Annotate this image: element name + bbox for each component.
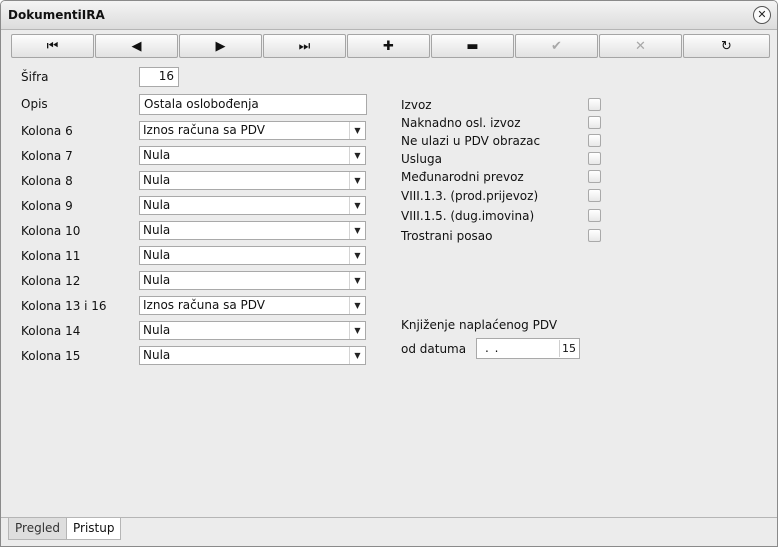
kolona-10-value: Nula [143, 223, 171, 237]
previous-record-icon: ◀ [131, 38, 142, 54]
kolona-8-select[interactable]: Nula ▼ [139, 171, 366, 190]
chevron-down-icon[interactable]: ▼ [349, 272, 365, 289]
chevron-down-icon[interactable]: ▼ [349, 147, 365, 164]
last-record-button[interactable]: ⏭ [263, 34, 346, 58]
tab-bar: Pregled Pristup [1, 517, 777, 546]
chevron-down-icon[interactable]: ▼ [349, 172, 365, 189]
opis-input[interactable]: Ostala oslobođenja [139, 94, 367, 115]
next-record-icon: ▶ [215, 38, 226, 54]
minus-icon: ▬ [466, 38, 479, 54]
kolona-11-value: Nula [143, 248, 171, 262]
kolona-13-16-value: Iznos računa sa PDV [143, 298, 266, 312]
refresh-button[interactable]: ↻ [683, 34, 770, 58]
check-icon: ✔ [551, 38, 562, 54]
od-datuma-value: . . [485, 341, 500, 355]
usluga-checkbox[interactable] [588, 152, 601, 165]
kolona-13-16-label: Kolona 13 i 16 [21, 299, 107, 313]
x-icon: ✕ [635, 38, 646, 54]
od-datuma-label: od datuma [401, 342, 467, 356]
kolona-8-value: Nula [143, 173, 171, 187]
chevron-down-icon[interactable]: ▼ [349, 297, 365, 314]
kolona-14-label: Kolona 14 [21, 324, 81, 338]
trostrani-posao-label: Trostrani posao [401, 229, 493, 243]
kolona-15-value: Nula [143, 348, 171, 362]
next-record-button[interactable]: ▶ [179, 34, 262, 58]
knjizenje-label: Knjiženje naplaćenog PDV [401, 318, 558, 332]
trostrani-posao-checkbox[interactable] [588, 229, 601, 242]
sifra-label: Šifra [21, 70, 49, 84]
izvoz-label: Izvoz [401, 98, 432, 112]
chevron-down-icon[interactable]: ▼ [349, 247, 365, 264]
title-bar: DokumentiIRA ✕ [1, 1, 777, 30]
kolona-11-label: Kolona 11 [21, 249, 81, 263]
kolona-12-label: Kolona 12 [21, 274, 81, 288]
cancel-button[interactable]: ✕ [599, 34, 682, 58]
kolona-12-value: Nula [143, 273, 171, 287]
add-record-button[interactable]: ✚ [347, 34, 430, 58]
kolona-6-value: Iznos računa sa PDV [143, 123, 266, 137]
usluga-label: Usluga [401, 152, 442, 166]
toolbar: ⏮ ◀ ▶ ⏭ ✚ ▬ ✔ ✕ ↻ [11, 34, 770, 58]
viii-1-5-label: VIII.1.5. (dug.imovina) [401, 209, 535, 223]
window-title: DokumentiIRA [8, 8, 105, 22]
od-datuma-input[interactable]: . . 15 [476, 338, 580, 359]
kolona-9-value: Nula [143, 198, 171, 212]
kolona-6-label: Kolona 6 [21, 124, 73, 138]
chevron-down-icon[interactable]: ▼ [349, 222, 365, 239]
last-record-icon: ⏭ [298, 38, 311, 54]
tab-pregled[interactable]: Pregled [8, 518, 68, 540]
kolona-7-select[interactable]: Nula ▼ [139, 146, 366, 165]
first-record-icon: ⏮ [46, 38, 59, 54]
chevron-down-icon[interactable]: ▼ [349, 197, 365, 214]
naknadno-osl-izvoz-checkbox[interactable] [588, 116, 601, 129]
ne-ulazi-u-pdv-checkbox[interactable] [588, 134, 601, 147]
sifra-input[interactable]: 16 [139, 67, 179, 87]
chevron-down-icon[interactable]: ▼ [349, 122, 365, 139]
kolona-10-label: Kolona 10 [21, 224, 81, 238]
kolona-15-label: Kolona 15 [21, 349, 81, 363]
calendar-icon[interactable]: 15 [559, 340, 578, 357]
viii-1-3-checkbox[interactable] [588, 189, 601, 202]
viii-1-5-checkbox[interactable] [588, 209, 601, 222]
kolona-14-value: Nula [143, 323, 171, 337]
first-record-button[interactable]: ⏮ [11, 34, 94, 58]
confirm-button[interactable]: ✔ [515, 34, 598, 58]
kolona-15-select[interactable]: Nula ▼ [139, 346, 366, 365]
kolona-7-label: Kolona 7 [21, 149, 73, 163]
izvoz-checkbox[interactable] [588, 98, 601, 111]
chevron-down-icon[interactable]: ▼ [349, 322, 365, 339]
kolona-12-select[interactable]: Nula ▼ [139, 271, 366, 290]
kolona-10-select[interactable]: Nula ▼ [139, 221, 366, 240]
medunarodni-prevoz-label: Međunarodni prevoz [401, 170, 524, 184]
refresh-icon: ↻ [721, 38, 732, 54]
opis-label: Opis [21, 97, 48, 111]
dokumenti-ira-window: DokumentiIRA ✕ ⏮ ◀ ▶ ⏭ ✚ ▬ ✔ ✕ ↻ Šifra 1… [0, 0, 778, 547]
chevron-down-icon[interactable]: ▼ [349, 347, 365, 364]
delete-record-button[interactable]: ▬ [431, 34, 514, 58]
kolona-8-label: Kolona 8 [21, 174, 73, 188]
kolona-11-select[interactable]: Nula ▼ [139, 246, 366, 265]
viii-1-3-label: VIII.1.3. (prod.prijevoz) [401, 189, 539, 203]
close-icon[interactable]: ✕ [753, 6, 771, 24]
kolona-14-select[interactable]: Nula ▼ [139, 321, 366, 340]
kolona-9-select[interactable]: Nula ▼ [139, 196, 366, 215]
plus-icon: ✚ [383, 38, 394, 54]
ne-ulazi-u-pdv-label: Ne ulazi u PDV obrazac [401, 134, 541, 148]
kolona-9-label: Kolona 9 [21, 199, 73, 213]
previous-record-button[interactable]: ◀ [95, 34, 178, 58]
naknadno-osl-izvoz-label: Naknadno osl. izvoz [401, 116, 521, 130]
kolona-7-value: Nula [143, 148, 171, 162]
medunarodni-prevoz-checkbox[interactable] [588, 170, 601, 183]
kolona-6-select[interactable]: Iznos računa sa PDV ▼ [139, 121, 366, 140]
kolona-13-16-select[interactable]: Iznos računa sa PDV ▼ [139, 296, 366, 315]
tab-pristup[interactable]: Pristup [66, 518, 122, 540]
